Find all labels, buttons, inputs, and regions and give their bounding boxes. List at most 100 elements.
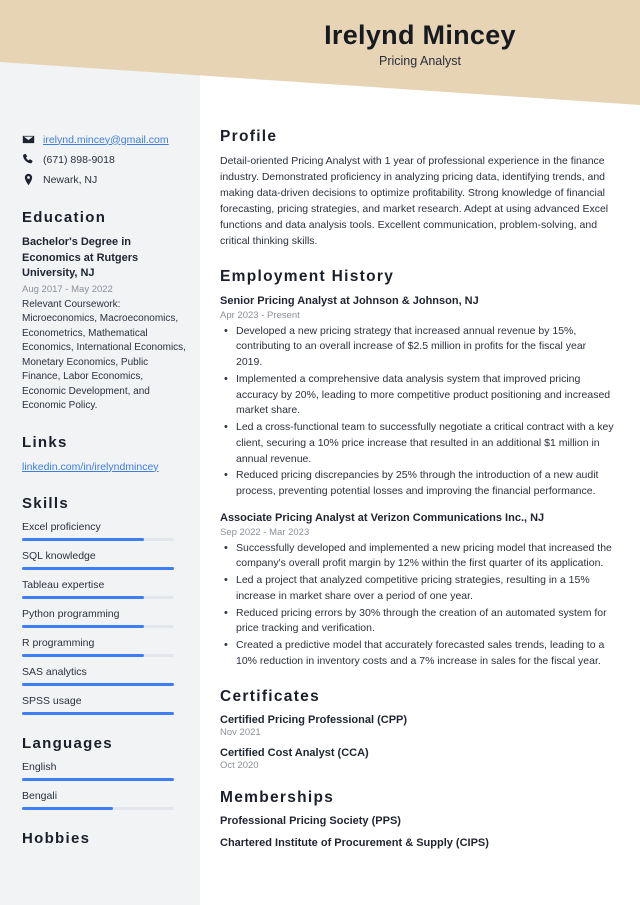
language-level-fill <box>22 806 114 810</box>
certificate-entry: Certified Pricing Professional (CPP) Nov … <box>220 714 614 738</box>
links-heading: Links <box>22 433 68 451</box>
skill-level-fill <box>22 711 174 715</box>
languages-heading: Languages <box>22 734 113 752</box>
skill-label: Tableau expertise <box>22 578 105 591</box>
memberships-section: Memberships Professional Pricing Society… <box>220 789 614 849</box>
hobbies-section: Hobbies <box>22 830 186 847</box>
skill-level-track <box>22 624 174 628</box>
job-entry: Associate Pricing Analyst at Verizon Com… <box>220 511 614 670</box>
profile-section: Profile Detail-oriented Pricing Analyst … <box>220 128 614 250</box>
skill-label: SAS analytics <box>22 665 87 678</box>
envelope-icon <box>22 133 35 146</box>
job-bullet: Developed a new pricing strategy that in… <box>220 323 614 371</box>
location-pin-icon <box>22 173 35 186</box>
certificates-list: Certified Pricing Professional (CPP) Nov … <box>220 714 614 771</box>
jobs-list: Senior Pricing Analyst at Johnson & John… <box>220 294 614 670</box>
job-bullet: Reduced pricing errors by 30% through th… <box>220 605 614 638</box>
profile-text: Detail-oriented Pricing Analyst with 1 y… <box>220 155 609 247</box>
skill-item: SAS analytics <box>22 666 186 686</box>
skill-label: SQL knowledge <box>22 549 96 562</box>
skill-level-track <box>22 711 174 715</box>
contact-phone-text: (671) 898-9018 <box>43 153 115 166</box>
skill-level-track <box>22 537 174 541</box>
skill-item: Tableau expertise <box>22 579 186 599</box>
skill-item: Python programming <box>22 608 186 628</box>
skill-level-fill <box>22 537 144 541</box>
certificate-title: Certified Pricing Professional (CPP) <box>220 713 408 726</box>
employment-heading: Employment History <box>220 267 395 285</box>
job-bullet: Led a project that analyzed competitive … <box>220 572 614 605</box>
phone-icon <box>22 153 35 166</box>
certificate-date: Oct 2020 <box>220 759 259 771</box>
job-bullet-list: Successfully developed and implemented a… <box>220 540 614 670</box>
job-bullet: Led a cross-functional team to successfu… <box>220 419 614 467</box>
hobbies-heading: Hobbies <box>22 829 91 847</box>
skill-label: Excel proficiency <box>22 520 101 533</box>
skill-level-fill <box>22 566 174 570</box>
certificate-entry: Certified Cost Analyst (CCA) Oct 2020 <box>220 747 614 771</box>
skill-level-track <box>22 566 174 570</box>
skill-item: R programming <box>22 637 186 657</box>
education-degree: Bachelor's Degree in Economics at Rutger… <box>22 236 139 280</box>
contact-item-location: Newark, NJ <box>22 172 186 187</box>
certificates-heading: Certificates <box>220 687 321 705</box>
skill-item: SPSS usage <box>22 695 186 715</box>
job-bullet-list: Developed a new pricing strategy that in… <box>220 323 614 500</box>
education-coursework: Relevant Coursework: Microeconomics, Mac… <box>22 298 186 412</box>
language-level-track <box>22 777 174 781</box>
job-title: Associate Pricing Analyst at Verizon Com… <box>220 511 545 524</box>
certificates-section: Certificates Certified Pricing Professio… <box>220 688 614 771</box>
language-level-track <box>22 806 174 810</box>
contact-list: irelynd.mincey@gmail.com (671) 898-9018 … <box>22 132 186 187</box>
sidebar-content: irelynd.mincey@gmail.com (671) 898-9018 … <box>0 0 200 867</box>
contact-item-email: irelynd.mincey@gmail.com <box>22 132 186 147</box>
job-date-range: Sep 2022 - Mar 2023 <box>220 526 310 538</box>
education-section: Education Bachelor's Degree in Economics… <box>22 209 186 414</box>
certificate-title: Certified Cost Analyst (CCA) <box>220 746 369 759</box>
languages-list: English Bengali <box>22 761 186 810</box>
skills-section: Skills Excel proficiency SQL knowledge Tab… <box>22 495 186 715</box>
skill-level-track <box>22 682 174 686</box>
skill-level-fill <box>22 653 144 657</box>
profile-heading: Profile <box>220 128 278 145</box>
membership-item: Chartered Institute of Procurement & Sup… <box>220 836 489 849</box>
job-bullet: Successfully developed and implemented a… <box>220 540 614 573</box>
memberships-list: Professional Pricing Society (PPS) Charte… <box>220 815 614 849</box>
contact-location-text: Newark, NJ <box>43 173 98 186</box>
skills-list: Excel proficiency SQL knowledge Tableau ex… <box>22 521 186 715</box>
links-section: Links linkedin.com/in/irelyndmincey <box>22 434 186 475</box>
skill-item: Excel proficiency <box>22 521 186 541</box>
language-label: English <box>22 760 57 773</box>
skill-level-track <box>22 595 174 599</box>
skill-item: SQL knowledge <box>22 550 186 570</box>
job-bullet: Reduced pricing discrepancies by 25% thr… <box>220 467 614 500</box>
skill-label: Python programming <box>22 607 120 620</box>
skill-level-track <box>22 653 174 657</box>
certificate-date: Nov 2021 <box>220 726 261 738</box>
skill-level-fill <box>22 682 174 686</box>
employment-section: Employment History Senior Pricing Analys… <box>220 268 614 670</box>
skill-level-fill <box>22 624 144 628</box>
language-item: English <box>22 761 186 781</box>
language-item: Bengali <box>22 790 186 810</box>
job-bullet: Implemented a comprehensive data analysi… <box>220 371 614 419</box>
job-title: Senior Pricing Analyst at Johnson & John… <box>220 294 479 307</box>
contact-email-link[interactable]: irelynd.mincey@gmail.com <box>43 134 169 146</box>
job-entry: Senior Pricing Analyst at Johnson & John… <box>220 294 614 500</box>
job-bullet: Created a predictive model that accurate… <box>220 637 614 670</box>
main-content: Profile Detail-oriented Pricing Analyst … <box>200 0 640 867</box>
resume-page: Irelynd Mincey Pricing Analyst irelynd.m… <box>0 0 640 905</box>
contact-item-phone: (671) 898-9018 <box>22 152 186 167</box>
skill-label: R programming <box>22 636 95 649</box>
language-level-fill <box>22 777 174 781</box>
memberships-heading: Memberships <box>220 788 335 806</box>
membership-item: Professional Pricing Society (PPS) <box>220 814 401 827</box>
skill-label: SPSS usage <box>22 694 82 707</box>
education-date: Aug 2017 - May 2022 <box>22 283 113 295</box>
languages-section: Languages English Bengali <box>22 735 186 810</box>
skills-heading: Skills <box>22 494 69 512</box>
education-heading: Education <box>22 209 107 226</box>
job-date-range: Apr 2023 - Present <box>220 309 300 321</box>
language-label: Bengali <box>22 789 58 802</box>
link-linkedin[interactable]: linkedin.com/in/irelyndmincey <box>22 460 186 475</box>
